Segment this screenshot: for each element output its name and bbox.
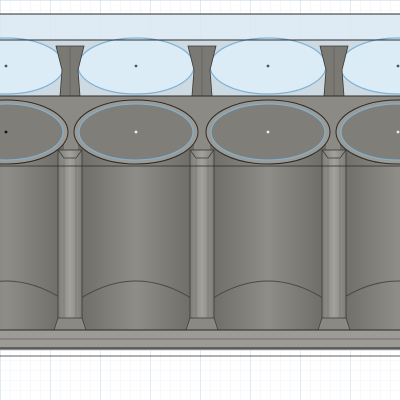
cup-center-point (134, 130, 138, 134)
back-cup-2[interactable] (77, 37, 195, 95)
design-canvas[interactable] (0, 0, 400, 400)
cup-center-point (266, 130, 270, 134)
cup-center-point (4, 64, 8, 68)
pillar-3 (317, 149, 351, 331)
cup-center-point (396, 130, 400, 134)
cup-center-point (134, 64, 138, 68)
pillar-1 (53, 149, 87, 331)
back-cup-3[interactable] (209, 37, 327, 95)
pillar-2 (185, 149, 219, 331)
front-cup-3[interactable] (205, 99, 331, 332)
3d-model-view[interactable] (0, 0, 400, 400)
cup-center-point (266, 64, 270, 68)
cup-center-point (396, 64, 400, 68)
cup-center-point (4, 130, 8, 134)
front-cup-2[interactable] (73, 99, 199, 332)
